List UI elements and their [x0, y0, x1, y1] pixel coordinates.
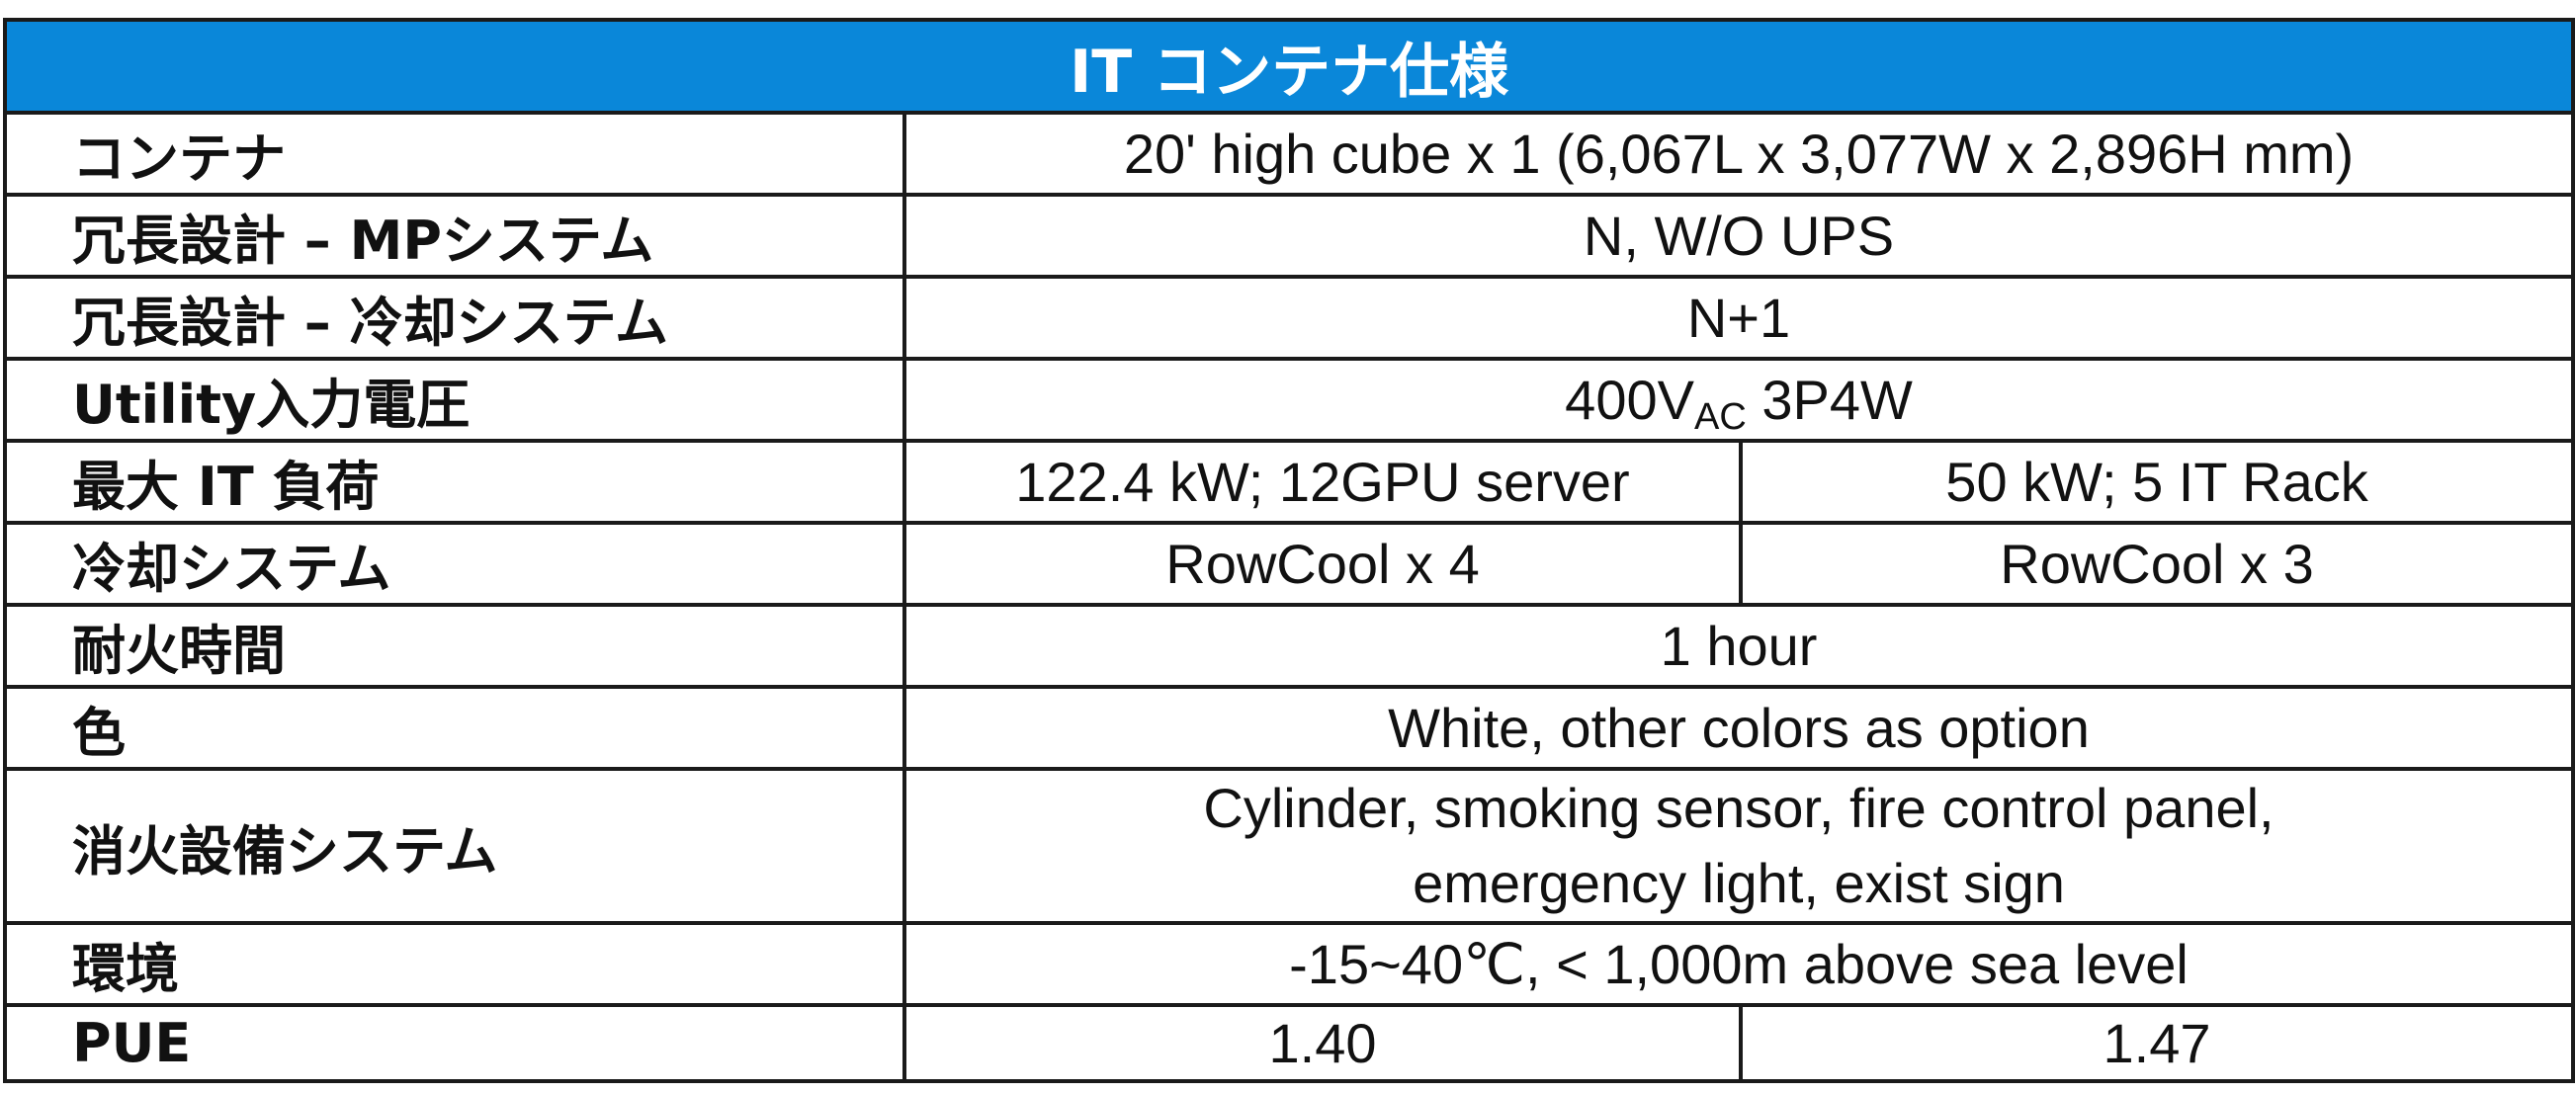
- row-value-pue-b: 1.47: [1738, 1003, 2576, 1083]
- table-header-row: IT コンテナ仕様: [2, 18, 2576, 115]
- row-value-utility-voltage: 400VAC 3P4W: [902, 357, 2576, 443]
- row-label-utility-voltage: Utility入力電圧: [3, 357, 906, 443]
- table-row: 消火設備システム Cylinder, smoking sensor, fire …: [3, 767, 2576, 925]
- voltage-subscript: AC: [1693, 396, 1747, 438]
- table-row: 冷却システム RowCool x 4 RowCool x 3: [3, 521, 2576, 607]
- row-value-fire-suppression: Cylinder, smoking sensor, fire control p…: [902, 767, 2576, 925]
- row-value-fire-resistance: 1 hour: [902, 603, 2576, 689]
- row-label-container: コンテナ: [3, 111, 906, 197]
- row-value-redundancy-mp: N, W/O UPS: [902, 193, 2576, 279]
- row-label-redundancy-mp: 冗長設計 – MPシステム: [3, 193, 906, 279]
- row-value-cooling-system-b: RowCool x 3: [1738, 521, 2576, 607]
- table-row: 環境 -15~40℃, < 1,000m above sea level: [3, 921, 2576, 1007]
- table-row: 耐火時間 1 hour: [3, 603, 2576, 689]
- row-value-container: 20' high cube x 1 (6,067L x 3,077W x 2,8…: [902, 111, 2576, 197]
- fire-suppression-line-1: Cylinder, smoking sensor, fire control p…: [1203, 777, 2275, 839]
- row-value-color: White, other colors as option: [902, 685, 2576, 771]
- row-value-max-it-load-a: 122.4 kW; 12GPU server: [902, 439, 1743, 525]
- row-label-cooling-system: 冷却システム: [3, 521, 906, 607]
- row-label-fire-resistance: 耐火時間: [3, 603, 906, 689]
- row-value-environment: -15~40℃, < 1,000m above sea level: [902, 921, 2576, 1007]
- row-label-pue: PUE: [3, 1003, 906, 1083]
- row-label-fire-suppression: 消火設備システム: [3, 767, 906, 925]
- fire-suppression-line-2: emergency light, exist sign: [1413, 852, 2065, 914]
- table-row: PUE 1.40 1.47: [3, 1003, 2576, 1083]
- row-value-cooling-system-a: RowCool x 4: [902, 521, 1743, 607]
- voltage-tail: 3P4W: [1746, 369, 1913, 431]
- table-row: コンテナ 20' high cube x 1 (6,067L x 3,077W …: [3, 111, 2576, 197]
- table-title: IT コンテナ仕様: [2, 18, 2576, 115]
- spec-table: IT コンテナ仕様 コンテナ 20' high cube x 1 (6,067L…: [2, 18, 2576, 1083]
- row-label-redundancy-cooling: 冗長設計 – 冷却システム: [3, 275, 906, 361]
- table-row: 最大 IT 負荷 122.4 kW; 12GPU server 50 kW; 5…: [3, 439, 2576, 525]
- table-row: 冗長設計 – MPシステム N, W/O UPS: [3, 193, 2576, 279]
- table-row: Utility入力電圧 400VAC 3P4W: [3, 357, 2576, 443]
- row-label-environment: 環境: [3, 921, 906, 1007]
- row-value-redundancy-cooling: N+1: [902, 275, 2576, 361]
- voltage-main: 400V: [1565, 369, 1694, 431]
- row-label-max-it-load: 最大 IT 負荷: [3, 439, 906, 525]
- table-row: 色 White, other colors as option: [3, 685, 2576, 771]
- row-value-max-it-load-b: 50 kW; 5 IT Rack: [1738, 439, 2576, 525]
- table-row: 冗長設計 – 冷却システム N+1: [3, 275, 2576, 361]
- row-label-color: 色: [3, 685, 906, 771]
- row-value-pue-a: 1.40: [902, 1003, 1743, 1083]
